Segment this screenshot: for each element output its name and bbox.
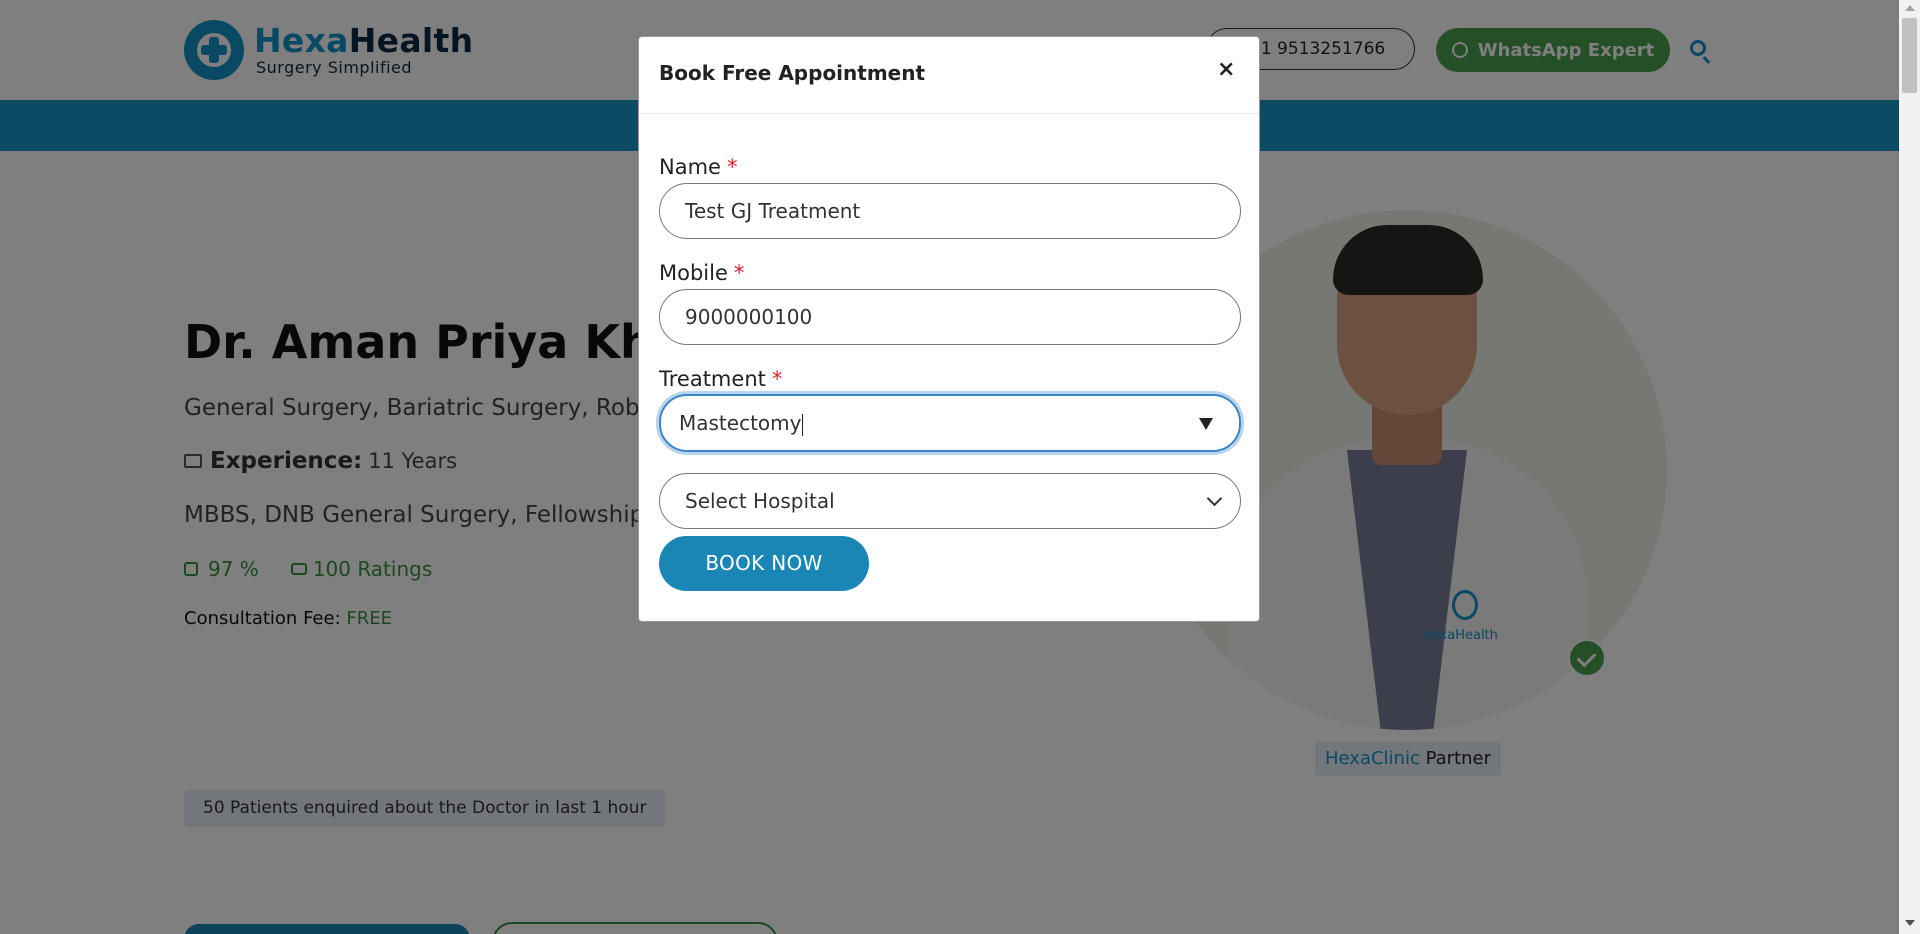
mobile-label: Mobile *: [659, 261, 744, 285]
page-background: HexaHealth Surgery Simplified +91 951325…: [0, 0, 1899, 934]
modal-header: Book Free Appointment ×: [639, 37, 1259, 114]
chevron-down-icon: [1206, 490, 1223, 507]
book-appointment-modal: Book Free Appointment × Name * Test GJ Tr…: [638, 36, 1260, 622]
modal-title: Book Free Appointment: [659, 61, 926, 85]
treatment-input-value: Mastectomy: [679, 411, 802, 435]
required-mark: *: [771, 367, 783, 391]
required-mark: *: [733, 261, 745, 285]
scrollbar-thumb[interactable]: [1902, 18, 1917, 93]
book-now-button[interactable]: BOOK NOW: [659, 536, 869, 591]
required-mark: *: [726, 155, 738, 179]
treatment-combobox[interactable]: Mastectomy: [659, 394, 1241, 452]
scroll-up-arrow-icon[interactable]: [1905, 5, 1915, 11]
name-label: Name *: [659, 155, 737, 179]
hospital-select[interactable]: Select Hospital: [659, 473, 1241, 529]
vertical-scrollbar[interactable]: [1899, 0, 1920, 934]
close-icon[interactable]: ×: [1217, 57, 1235, 83]
name-label-text: Name: [659, 155, 721, 179]
name-input-value: Test GJ Treatment: [685, 199, 861, 223]
hospital-select-placeholder: Select Hospital: [685, 489, 835, 513]
scroll-down-arrow-icon[interactable]: [1905, 920, 1915, 926]
mobile-label-text: Mobile: [659, 261, 728, 285]
name-input[interactable]: Test GJ Treatment: [659, 183, 1241, 239]
dropdown-arrow-icon[interactable]: [1199, 418, 1213, 430]
mobile-input-value: 9000000100: [685, 305, 813, 329]
mobile-input[interactable]: 9000000100: [659, 289, 1241, 345]
text-caret: [802, 413, 804, 436]
treatment-label: Treatment *: [659, 367, 782, 391]
treatment-label-text: Treatment: [659, 367, 766, 391]
